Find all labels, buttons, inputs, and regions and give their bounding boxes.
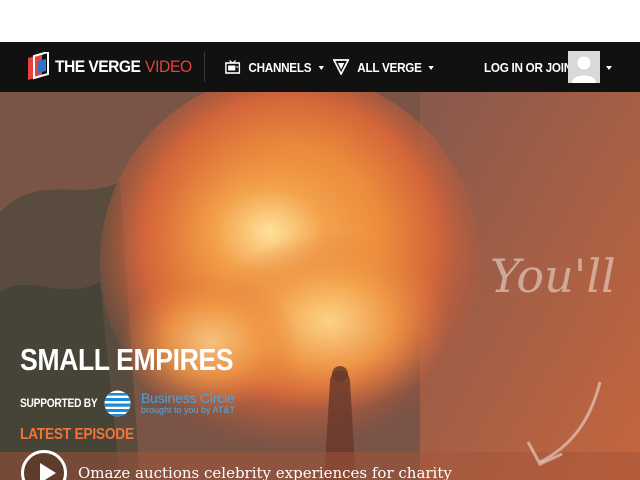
logo-subtitle: VIDEO — [145, 57, 192, 76]
logo-text: THE VERGE VIDEO — [55, 57, 192, 77]
channels-label: CHANNELS — [248, 59, 312, 75]
hero-banner: You'll SMALL EMPIRES SUPPORTED BY Busine… — [0, 92, 640, 480]
nav-divider — [204, 52, 205, 82]
show-title[interactable]: SMALL EMPIRES — [20, 342, 234, 378]
verge-logo-mark-icon — [28, 52, 49, 80]
att-globe-icon — [104, 390, 131, 416]
sponsor-logo[interactable]: Business Circle brought to you by AT&T — [104, 390, 235, 417]
all-verge-label: ALL VERGE — [357, 59, 422, 75]
chevron-down-icon — [318, 66, 324, 70]
overlay-script-text: You'll — [490, 249, 616, 303]
avatar-silhouette-icon — [572, 56, 596, 83]
tv-icon — [225, 60, 241, 74]
sponsor-name: Business Circle — [141, 390, 235, 406]
channels-menu[interactable]: CHANNELS — [225, 57, 324, 77]
hero-explosion-image: You'll — [0, 92, 640, 480]
sponsor-tagline: brought to you by AT&T — [141, 405, 235, 415]
latest-episode-label: LATEST EPISODE — [20, 426, 134, 443]
sponsor-row: SUPPORTED BY Business Circle brought to … — [20, 389, 235, 417]
verge-video-logo[interactable]: THE VERGE VIDEO — [26, 52, 204, 82]
account-chevron-down-icon[interactable] — [606, 66, 612, 70]
verge-triangle-icon — [333, 59, 350, 75]
chevron-down-icon — [428, 66, 435, 70]
sponsor-text: Business Circle brought to you by AT&T — [141, 391, 235, 415]
top-whitespace — [0, 0, 640, 42]
login-link[interactable]: LOG IN OR JOIN — [484, 57, 572, 77]
episode-title-link[interactable]: Omaze auctions celebrity experiences for… — [78, 464, 452, 480]
supported-by-label: SUPPORTED BY — [20, 396, 98, 410]
top-navbar: THE VERGE VIDEO CHANNELS ALL VERGE LOG IN… — [0, 42, 640, 92]
all-verge-menu[interactable]: ALL VERGE — [333, 57, 435, 77]
user-avatar-icon[interactable] — [568, 51, 600, 83]
logo-title: THE VERGE — [55, 57, 141, 76]
